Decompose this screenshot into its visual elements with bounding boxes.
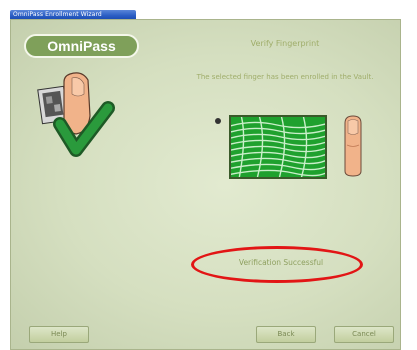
- wizard-window: [10, 19, 401, 350]
- highlight-annotation: [191, 246, 363, 283]
- finger-check-icon: [37, 72, 115, 157]
- page-title: Verify Fingerprint: [250, 39, 320, 48]
- back-button[interactable]: Back: [256, 326, 316, 343]
- help-button[interactable]: Help: [29, 326, 89, 343]
- cancel-button[interactable]: Cancel: [334, 326, 394, 343]
- fingerprint-icon: [231, 117, 325, 177]
- bullet-icon: [215, 118, 221, 124]
- omnipass-logo: OmniPass: [24, 34, 139, 58]
- instruction-text: The selected finger has been enrolled in…: [196, 73, 374, 81]
- window-title: OmniPass Enrollment Wizard: [13, 11, 102, 18]
- fingerprint-capture: [229, 115, 327, 179]
- window-titlebar[interactable]: OmniPass Enrollment Wizard: [10, 10, 136, 19]
- logo-text: OmniPass: [47, 38, 116, 54]
- finger-icon: [344, 115, 362, 177]
